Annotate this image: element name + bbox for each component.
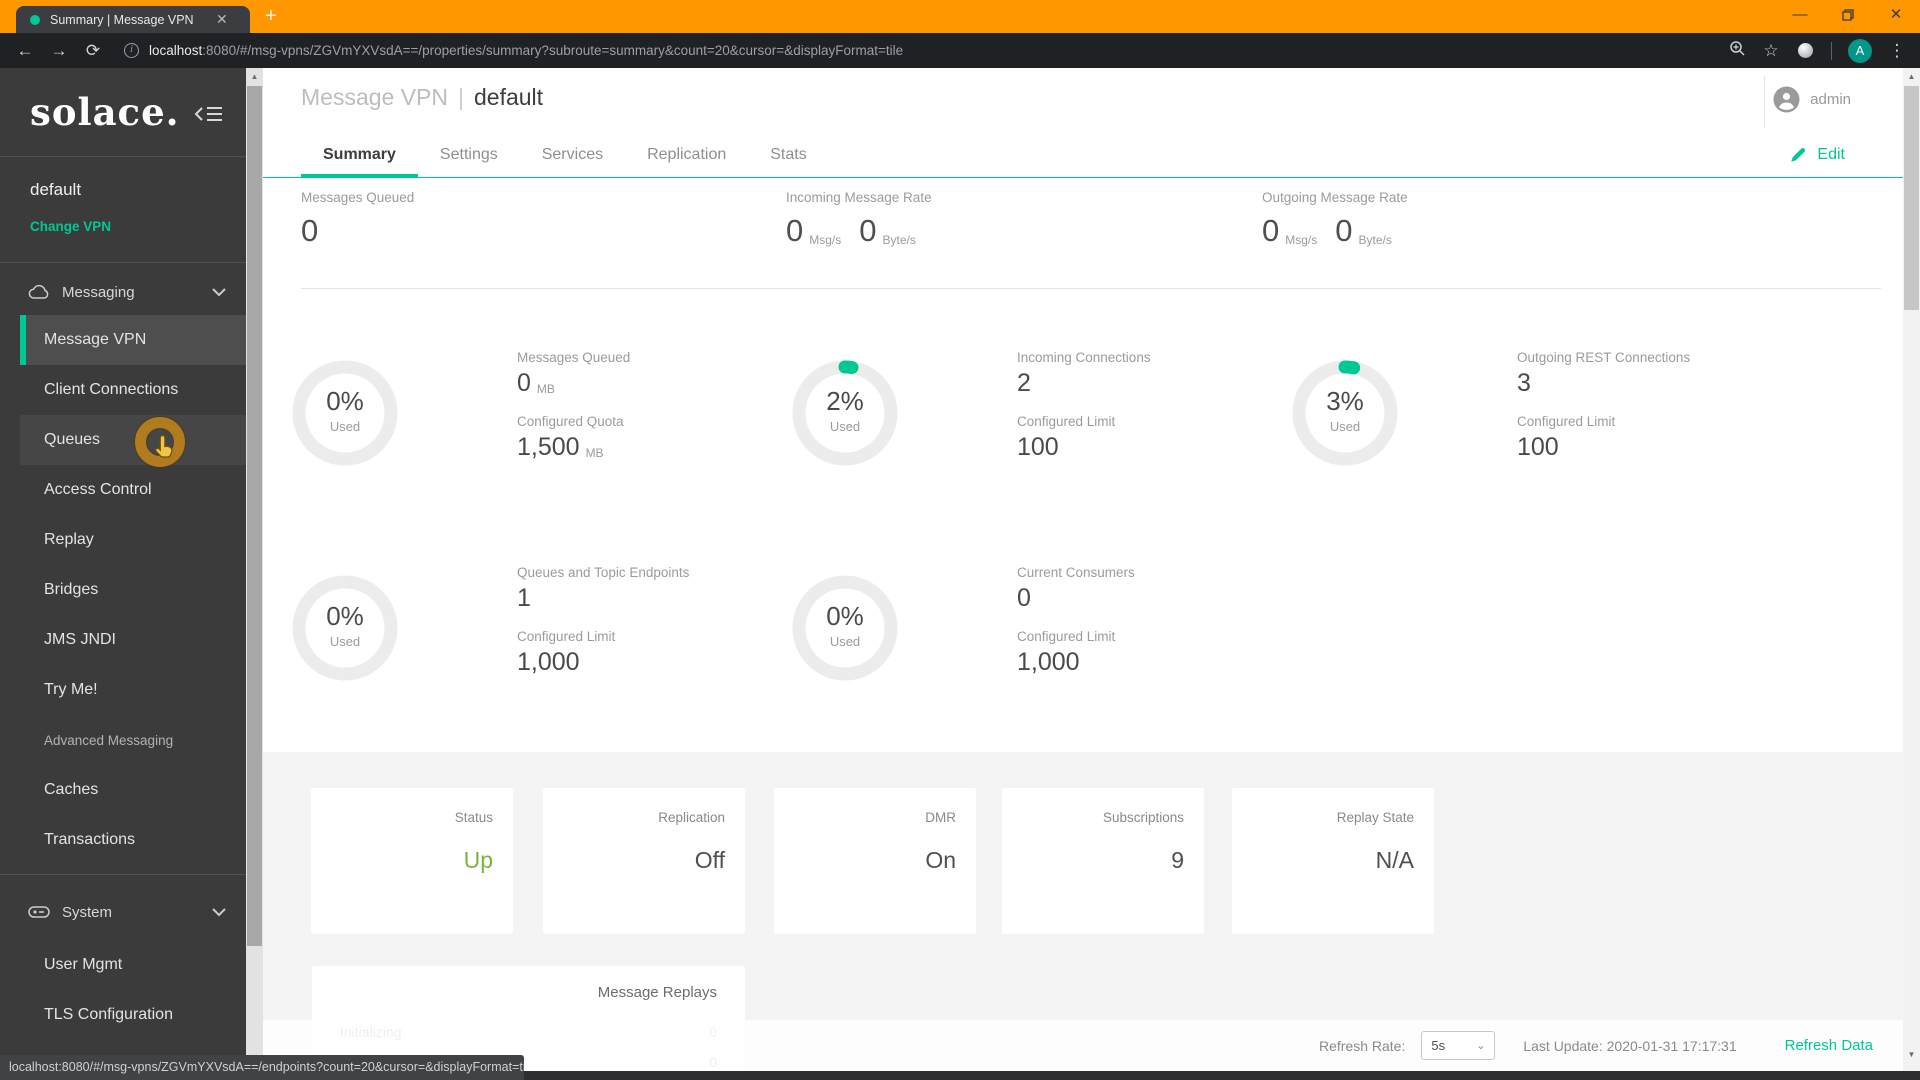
browser-titlebar: Summary | Message VPN ✕ + — ✕ — [0, 0, 1920, 33]
page-title-value: default — [474, 84, 544, 110]
cloud-icon — [28, 284, 49, 299]
tab-title: Summary | Message VPN — [50, 12, 194, 27]
stat-messages-queued: Messages Queued 0 — [301, 190, 415, 248]
tab-summary[interactable]: Summary — [301, 134, 418, 178]
sidebar-item-tls-configuration[interactable]: TLS Configuration — [20, 990, 246, 1040]
page-title: Message VPN | default — [301, 84, 544, 110]
sidebar-item-access-control[interactable]: Access Control — [20, 465, 246, 515]
solace-logo: solace. — [30, 90, 180, 134]
page-title-prefix: Message VPN — [301, 84, 449, 110]
sidebar-divider — [0, 874, 246, 875]
window-close-button[interactable]: ✕ — [1874, 0, 1918, 30]
stats-divider — [301, 288, 1881, 289]
sidebar-item-message-vpn[interactable]: Message VPN — [20, 315, 246, 365]
sidebar-section-system[interactable]: System — [0, 890, 246, 934]
window-minimize-button[interactable]: — — [1778, 0, 1822, 30]
browser-profile-avatar[interactable]: A — [1848, 38, 1872, 63]
tab-close-icon[interactable]: ✕ — [216, 11, 228, 28]
browser-toolbar: ← → ⟳ i localhost:8080/#/msg-vpns/ZGVmYX… — [0, 33, 1920, 68]
sidebar-item-bridges[interactable]: Bridges — [20, 565, 246, 615]
refresh-rate-label: Refresh Rate: — [1318, 1037, 1406, 1054]
user-name: admin — [1810, 91, 1851, 108]
scroll-up-icon[interactable]: ▲ — [246, 68, 263, 85]
status-bar-link: localhost:8080/#/msg-vpns/ZGVmYXVsdA==/e… — [0, 1055, 524, 1080]
change-vpn-link[interactable]: Change VPN — [30, 219, 111, 234]
sidebar-item-queues[interactable]: Queues — [20, 415, 246, 465]
card-replication[interactable]: Replication Off — [543, 788, 745, 934]
tab-stats[interactable]: Stats — [748, 134, 828, 178]
current-vpn-name: default — [30, 180, 82, 199]
sidebar-item-caches[interactable]: Caches — [20, 765, 246, 815]
sidebar-divider — [0, 262, 246, 263]
tab-replication[interactable]: Replication — [625, 134, 748, 178]
page-scrollbar-thumb[interactable] — [1904, 86, 1919, 310]
section-label: System — [62, 903, 113, 921]
back-icon[interactable]: ← — [8, 41, 42, 61]
favicon-icon — [30, 14, 40, 25]
main-content: Message VPN | default admin Summary Settin… — [263, 68, 1903, 1080]
pencil-icon — [1791, 148, 1806, 162]
cursor-hand-icon — [155, 434, 173, 458]
section-label: Messaging — [62, 283, 135, 301]
forward-icon[interactable]: → — [42, 41, 76, 61]
stat-incoming-rate: Incoming Message Rate 0 Msg/s 0 Byte/s — [786, 190, 932, 248]
sidebar-item-user-mgmt[interactable]: User Mgmt — [20, 940, 246, 990]
browser-menu-icon[interactable]: ⋮ — [1880, 41, 1914, 61]
refresh-rate-select[interactable]: 5s ⌄ — [1421, 1031, 1496, 1060]
tab-settings[interactable]: Settings — [418, 134, 520, 178]
zoom-page-icon[interactable] — [1720, 40, 1754, 62]
sidebar-item-jms-jndi[interactable]: JMS JNDI — [20, 615, 246, 665]
user-avatar-icon — [1773, 86, 1800, 113]
tab-services[interactable]: Services — [520, 134, 625, 178]
card-status[interactable]: Status Up — [311, 788, 513, 934]
chevron-down-icon: ⌄ — [1476, 1040, 1486, 1052]
sidebar-collapse-icon[interactable] — [194, 104, 224, 129]
last-update-text: Last Update: 2020-01-31 17:17:31 — [1523, 1037, 1737, 1054]
page-info-icon[interactable]: i — [124, 43, 139, 58]
sidebar-divider — [0, 156, 246, 157]
bookmark-star-icon[interactable]: ☆ — [1754, 41, 1788, 61]
sidebar-label-advanced-messaging: Advanced Messaging — [44, 732, 174, 748]
card-subscriptions[interactable]: Subscriptions 9 — [1002, 788, 1204, 934]
chevron-down-icon — [212, 287, 226, 296]
sidebar-scrollbar[interactable]: ▲ — [246, 68, 263, 1080]
extension-icon[interactable] — [1798, 43, 1813, 58]
address-bar[interactable]: localhost:8080/#/msg-vpns/ZGVmYXVsdA==/p… — [149, 43, 1720, 58]
scroll-down-icon[interactable]: ▼ — [1903, 1046, 1920, 1063]
refresh-data-button[interactable]: Refresh Data — [1785, 1037, 1873, 1054]
reload-icon[interactable]: ⟳ — [76, 41, 110, 61]
card-dmr[interactable]: DMR On — [774, 788, 976, 934]
stat-outgoing-rate: Outgoing Message Rate 0 Msg/s 0 Byte/s — [1262, 190, 1408, 248]
user-menu[interactable]: admin — [1773, 86, 1851, 113]
toolbar-separator — [1831, 41, 1832, 60]
page-scrollbar[interactable]: ▲ ▼ — [1903, 68, 1920, 1080]
screen: Summary | Message VPN ✕ + — ✕ ← → ⟳ i lo… — [0, 0, 1920, 1080]
new-tab-button[interactable]: + — [258, 3, 284, 29]
window-restore-button[interactable] — [1826, 0, 1870, 30]
card-replay-state[interactable]: Replay State N/A — [1232, 788, 1434, 934]
user-divider — [1764, 76, 1765, 128]
scroll-up-icon[interactable]: ▲ — [1903, 68, 1920, 85]
sidebar-scrollbar-thumb[interactable] — [247, 86, 262, 946]
sidebar-item-try-me[interactable]: Try Me! — [20, 665, 246, 715]
tab-bar: Summary Settings Services Replication St… — [263, 134, 1903, 178]
system-icon — [28, 906, 50, 918]
browser-tab[interactable]: Summary | Message VPN ✕ — [16, 6, 250, 33]
status-value: Up — [463, 847, 493, 873]
edit-button[interactable]: Edit — [1789, 146, 1845, 164]
sidebar: solace. default Change VPN Messaging Mes… — [0, 68, 246, 1080]
sidebar-item-client-connections[interactable]: Client Connections — [20, 365, 246, 415]
chevron-down-icon — [212, 907, 226, 916]
sidebar-item-replay[interactable]: Replay — [20, 515, 246, 565]
sidebar-item-transactions[interactable]: Transactions — [20, 815, 246, 865]
sidebar-section-messaging[interactable]: Messaging — [0, 270, 246, 314]
